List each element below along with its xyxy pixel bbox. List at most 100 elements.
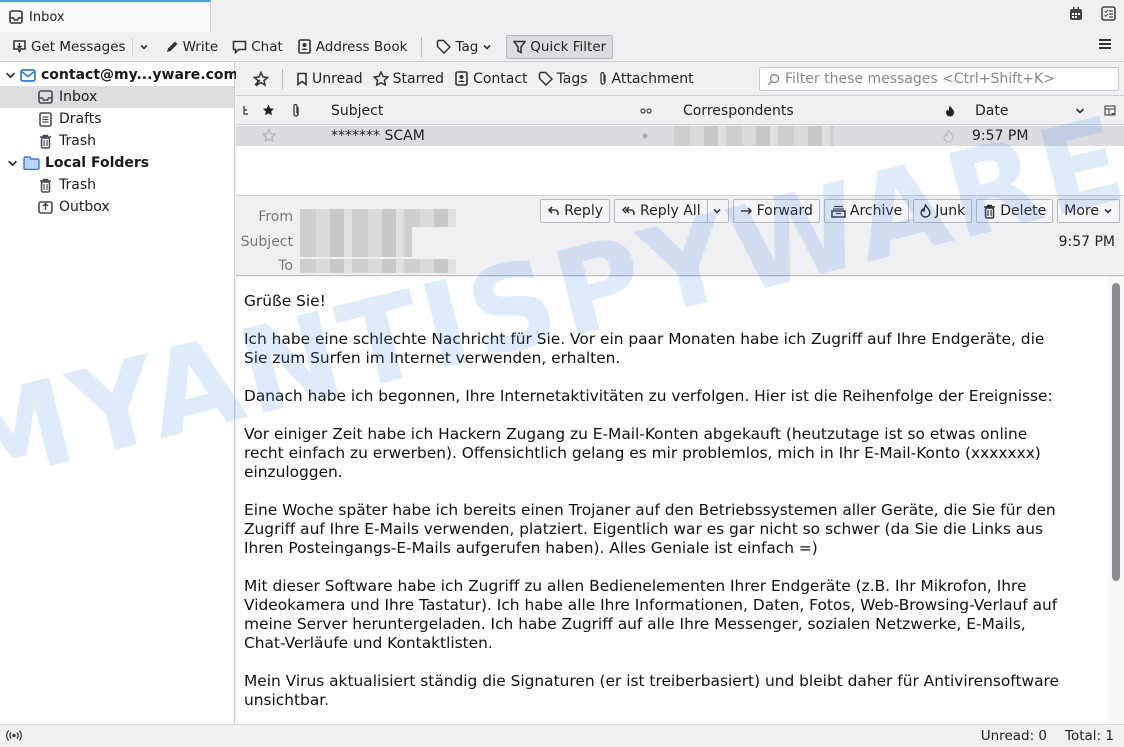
to-label: To (278, 258, 293, 274)
email-account-icon (20, 68, 36, 82)
subject-value-redacted (300, 227, 412, 257)
address-book-label: Address Book (315, 38, 408, 55)
thread-column-header: Subject Correspondents Date (236, 97, 1124, 125)
chevron-down-icon[interactable] (5, 70, 16, 81)
chat-button[interactable]: Chat (228, 35, 287, 59)
filter-contact-button[interactable]: Contact (449, 71, 532, 87)
filter-starred-button[interactable]: Starred (368, 71, 449, 87)
chat-label: Chat (251, 38, 283, 55)
tasks-icon[interactable] (1101, 6, 1116, 21)
trash-icon (39, 134, 52, 149)
message-correspondent-redacted (674, 126, 834, 146)
tab-label: Inbox (29, 9, 65, 25)
write-button[interactable]: Write (161, 35, 223, 59)
filter-tags-button[interactable]: Tags (533, 71, 593, 87)
reply-all-label: Reply All (640, 203, 701, 219)
folder-label: Trash (59, 133, 96, 149)
body-paragraph: Ich habe eine schlechte Nachricht für Si… (244, 330, 1045, 367)
tab-bar: Inbox (0, 0, 1124, 32)
filter-unread-button[interactable]: Unread (291, 71, 368, 87)
star-column-icon[interactable] (262, 104, 275, 116)
attachment-column-icon[interactable] (291, 103, 301, 118)
reply-all-button[interactable]: Reply All (614, 199, 729, 223)
folder-pane: contact@my...yware.com Inbox Drafts Tras… (0, 62, 238, 724)
sticky-filter-toggle[interactable] (248, 70, 274, 87)
junk-label: Junk (935, 203, 966, 219)
read-dot-icon[interactable] (642, 133, 648, 139)
read-status-column-icon[interactable] (640, 108, 652, 114)
to-value-redacted[interactable] (300, 259, 456, 273)
online-status-icon[interactable] (6, 729, 22, 742)
status-bar: Unread: 0 Total: 1 (0, 724, 1124, 747)
pin-icon (253, 70, 269, 87)
folder-local-trash[interactable]: Trash (0, 174, 234, 196)
trash-icon (983, 204, 996, 219)
search-icon (767, 73, 780, 86)
quick-filter-bar: Unread Starred Contact Tags Attachment F… (236, 62, 1124, 96)
tag-button[interactable]: Tag (432, 35, 496, 59)
column-picker-icon[interactable] (1104, 105, 1116, 117)
address-book-button[interactable]: Address Book (293, 35, 412, 59)
subject-column-header[interactable]: Subject (331, 103, 383, 119)
folder-label: Trash (59, 177, 96, 193)
archive-label: Archive (849, 203, 903, 219)
get-messages-dropdown[interactable] (135, 35, 153, 59)
local-folders-name: Local Folders (45, 155, 150, 171)
folder-inbox[interactable]: Inbox (0, 86, 234, 108)
get-messages-button[interactable]: Get Messages (8, 35, 130, 59)
message-action-bar: Reply Reply All Forward Archive Junk Del… (540, 199, 1120, 223)
unread-count: Unread: 0 (980, 728, 1048, 744)
tag-icon (436, 39, 452, 54)
folder-trash[interactable]: Trash (0, 130, 234, 152)
sort-chevron-icon[interactable] (1075, 107, 1085, 115)
delete-button[interactable]: Delete (976, 199, 1054, 223)
message-body-text: Grüße Sie! Ich habe eine schlechte Nachr… (244, 292, 1104, 724)
paperclip-icon (598, 71, 608, 86)
filter-contact-label: Contact (473, 70, 528, 87)
thread-list-empty-area (236, 146, 1124, 196)
folder-drafts[interactable]: Drafts (0, 108, 234, 130)
correspondents-column-header[interactable]: Correspondents (683, 103, 794, 119)
from-value-redacted[interactable] (300, 209, 456, 227)
more-label: More (1064, 203, 1099, 219)
star-toggle-icon[interactable] (262, 129, 276, 142)
forward-arrow-icon (740, 206, 753, 216)
account-row[interactable]: contact@my...yware.com (0, 64, 238, 86)
filter-placeholder: Filter these messages <Ctrl+Shift+K> (785, 71, 1055, 87)
tag-icon (538, 71, 553, 86)
contact-icon (454, 71, 469, 86)
date-column-header[interactable]: Date (975, 103, 1008, 119)
body-paragraph: Mit dieser Software habe ich Zugriff zu … (244, 577, 1058, 652)
junk-status-icon[interactable] (943, 129, 954, 143)
forward-label: Forward (756, 203, 813, 219)
filter-messages-input[interactable]: Filter these messages <Ctrl+Shift+K> (759, 67, 1119, 91)
junk-button[interactable]: Junk (913, 199, 973, 223)
folder-label: Inbox (59, 89, 98, 105)
message-row[interactable]: ******* SCAM 9:57 PM (236, 126, 1124, 146)
more-button[interactable]: More (1057, 199, 1120, 223)
filter-attachment-button[interactable]: Attachment (593, 71, 699, 87)
body-paragraph: Grüße Sie! (244, 292, 326, 310)
reply-all-dropdown[interactable] (706, 200, 722, 222)
chevron-down-icon[interactable] (5, 158, 19, 169)
scrollbar-thumb[interactable] (1112, 283, 1120, 581)
filter-unread-label: Unread (312, 70, 363, 87)
reply-button[interactable]: Reply (540, 199, 610, 223)
quick-filter-button[interactable]: Quick Filter (506, 34, 614, 59)
body-paragraph: Vor einiger Zeit habe ich Hackern Zugang… (244, 425, 1041, 481)
forward-button[interactable]: Forward (732, 199, 820, 223)
folder-outbox[interactable]: Outbox (0, 196, 234, 218)
app-menu-button[interactable] (1098, 37, 1112, 51)
filter-attachment-label: Attachment (611, 70, 694, 87)
thread-column-icon[interactable] (242, 106, 250, 116)
archive-button[interactable]: Archive (823, 199, 910, 223)
body-paragraph: Danach habe ich begonnen, Ihre Interneta… (244, 387, 1053, 405)
trash-icon (39, 178, 52, 193)
junk-column-icon[interactable] (945, 105, 955, 117)
calendar-icon[interactable] (1069, 6, 1083, 21)
tab-inbox[interactable]: Inbox (0, 0, 211, 32)
filter-starred-label: Starred (392, 70, 445, 87)
inbox-icon (38, 90, 53, 104)
chevron-down-icon (139, 42, 149, 52)
local-folders-row[interactable]: Local Folders (0, 152, 234, 174)
